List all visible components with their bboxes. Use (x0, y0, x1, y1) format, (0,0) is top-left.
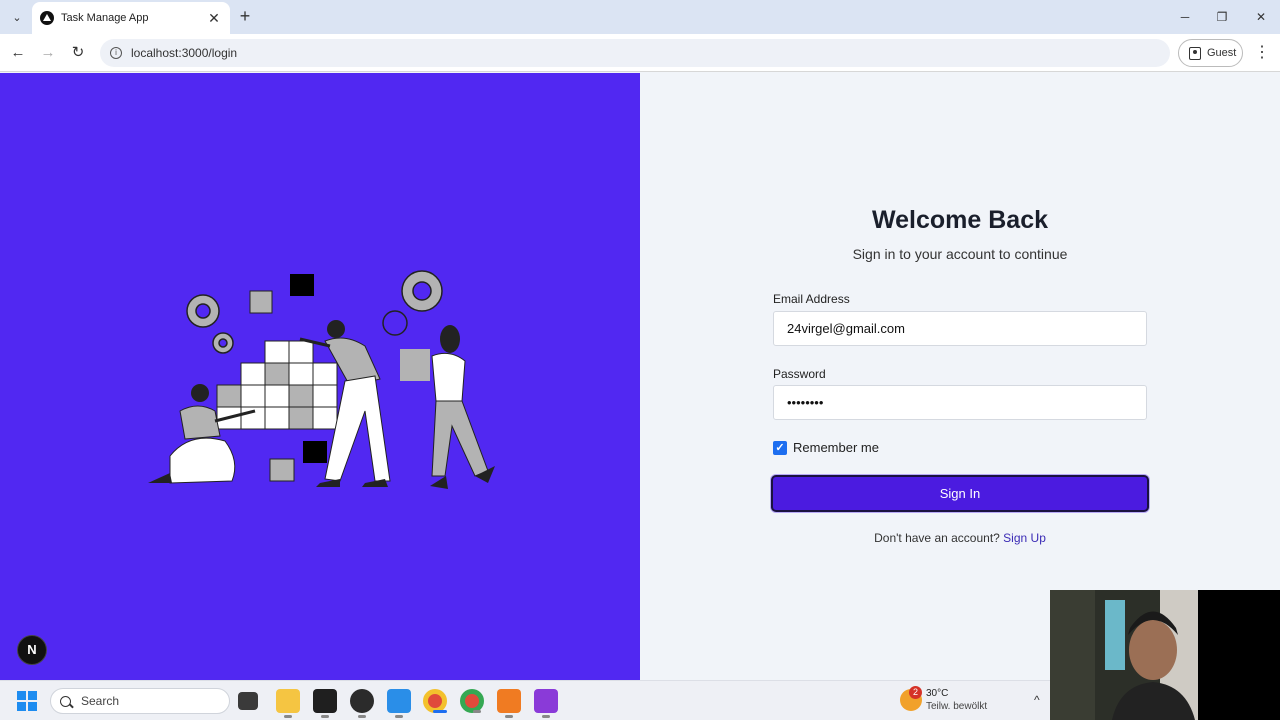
browser-tabstrip: ⌄ Task Manage App ✕ + ─ ❐ ✕ (0, 0, 1280, 34)
sign-up-link[interactable]: Sign Up (1003, 531, 1046, 545)
chrome-profile-icon[interactable] (460, 689, 484, 713)
tab-title: Task Manage App (61, 12, 149, 24)
nextjs-dev-badge[interactable]: N (17, 635, 47, 665)
back-icon[interactable]: ← (8, 43, 28, 63)
forward-icon[interactable]: → (38, 43, 58, 63)
weather-temperature[interactable]: 30°C (926, 688, 948, 699)
window-restore-icon[interactable]: ❐ (1210, 8, 1234, 26)
sticky-app-icon[interactable] (313, 689, 337, 718)
tab-search-menu-icon[interactable]: ⌄ (7, 7, 27, 27)
email-field[interactable] (773, 311, 1147, 346)
remember-me-label[interactable]: Remember me (793, 440, 879, 455)
github-desktop-icon[interactable] (350, 689, 374, 718)
profile-button[interactable]: Guest (1178, 39, 1243, 67)
site-info-icon[interactable]: i (110, 47, 122, 59)
url-text[interactable]: localhost:3000/login (131, 46, 237, 60)
windows-start-icon[interactable] (17, 691, 37, 711)
chrome-icon[interactable] (423, 689, 447, 713)
sign-in-button[interactable]: Sign In (771, 475, 1149, 512)
browser-menu-icon[interactable]: ⋮ (1254, 43, 1270, 63)
webcam-overlay (1050, 590, 1280, 720)
windows-taskbar: Search 2 30°C Teilw. bewölkt ^ (0, 680, 1050, 720)
reload-icon[interactable]: ↻ (68, 43, 88, 63)
password-field[interactable] (773, 385, 1147, 420)
search-icon (60, 695, 71, 707)
window-minimize-icon[interactable]: ─ (1173, 8, 1197, 26)
taskbar-search-box[interactable]: Search (50, 688, 230, 714)
page-subtitle: Sign in to your account to continue (852, 246, 1068, 262)
tray-overflow-icon[interactable]: ^ (1034, 693, 1040, 707)
signup-prompt-text: Don't have an account? (874, 531, 1000, 545)
clipchamp-icon[interactable] (534, 689, 558, 718)
window-close-icon[interactable]: ✕ (1249, 8, 1273, 26)
browser-toolbar: ← → ↻ i localhost:3000/login Guest ⋮ (0, 34, 1280, 72)
file-explorer-icon[interactable] (276, 689, 300, 718)
signup-prompt: Don't have an account? Sign Up (640, 531, 1280, 545)
team-puzzle-illustration (148, 270, 495, 489)
webcam-feed-image (1050, 590, 1198, 720)
webcam-black-area (1198, 590, 1280, 720)
task-view-icon[interactable] (238, 692, 258, 710)
taskbar-search-label: Search (81, 694, 120, 708)
login-panel: Welcome Back Sign in to your account to … (640, 73, 1280, 680)
weather-badge: 2 (909, 686, 922, 699)
xampp-icon[interactable] (497, 689, 521, 718)
weather-description[interactable]: Teilw. bewölkt (926, 701, 987, 712)
new-tab-icon[interactable]: + (236, 7, 254, 25)
page-title: Welcome Back (871, 206, 1048, 234)
profile-label: Guest (1207, 47, 1237, 59)
browser-tab[interactable]: Task Manage App ✕ (32, 2, 230, 34)
remember-me-checkbox[interactable]: ✓ (773, 441, 787, 455)
illustration-panel: N (0, 73, 640, 680)
password-label: Password (773, 367, 826, 381)
profile-icon (1189, 46, 1201, 60)
tab-close-icon[interactable]: ✕ (206, 10, 222, 27)
vscode-icon[interactable] (387, 689, 411, 718)
email-label: Email Address (773, 292, 850, 306)
address-bar[interactable]: i localhost:3000/login (100, 39, 1170, 67)
favicon-icon (40, 11, 54, 25)
